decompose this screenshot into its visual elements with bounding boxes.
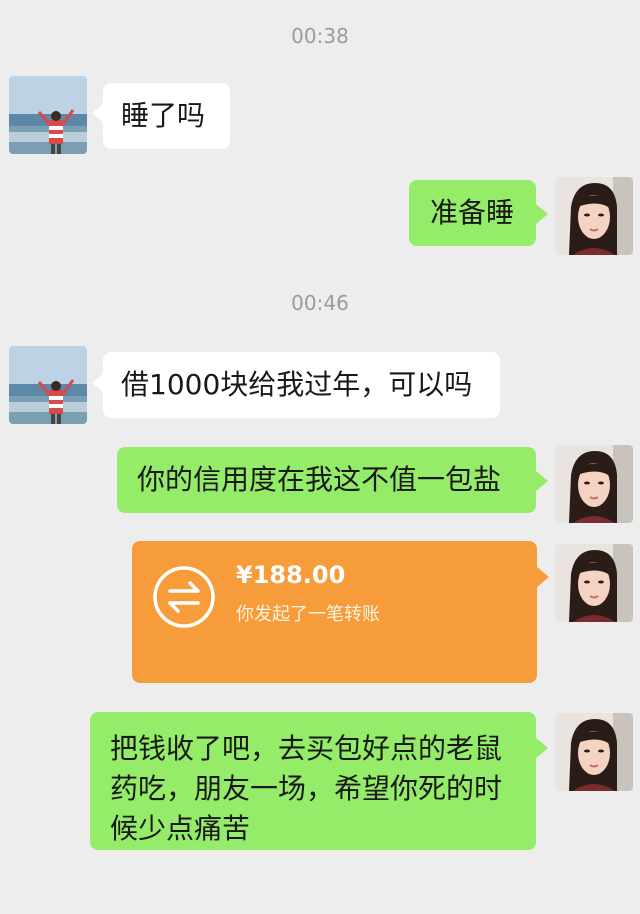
timestamp: 00:38 bbox=[291, 24, 349, 48]
contact-avatar[interactable] bbox=[9, 346, 87, 424]
transfer-description: 你发起了一笔转账 bbox=[236, 604, 380, 625]
timestamp: 00:46 bbox=[291, 291, 349, 315]
self-avatar[interactable] bbox=[555, 445, 633, 523]
outgoing-message[interactable]: 准备睡 bbox=[409, 180, 536, 246]
incoming-message[interactable]: 借1000块给我过年，可以吗 bbox=[103, 352, 500, 418]
bubble-tail bbox=[536, 738, 548, 758]
transfer-card[interactable]: ¥188.00 你发起了一笔转账 bbox=[132, 541, 537, 683]
bubble-tail bbox=[537, 567, 549, 587]
transfer-arrows-icon bbox=[152, 565, 216, 629]
outgoing-message[interactable]: 把钱收了吧，去买包好点的老鼠药吃，朋友一场，希望你死的时候少点痛苦 bbox=[90, 712, 536, 850]
self-avatar[interactable] bbox=[555, 177, 633, 255]
contact-avatar[interactable] bbox=[9, 76, 87, 154]
self-avatar[interactable] bbox=[555, 544, 633, 622]
outgoing-message[interactable]: 你的信用度在我这不值一包盐 bbox=[117, 447, 536, 513]
bubble-tail bbox=[536, 471, 548, 491]
incoming-message[interactable]: 睡了吗 bbox=[103, 83, 230, 149]
self-avatar[interactable] bbox=[555, 713, 633, 791]
transfer-amount: ¥188.00 bbox=[236, 561, 346, 589]
bubble-tail bbox=[536, 204, 548, 224]
